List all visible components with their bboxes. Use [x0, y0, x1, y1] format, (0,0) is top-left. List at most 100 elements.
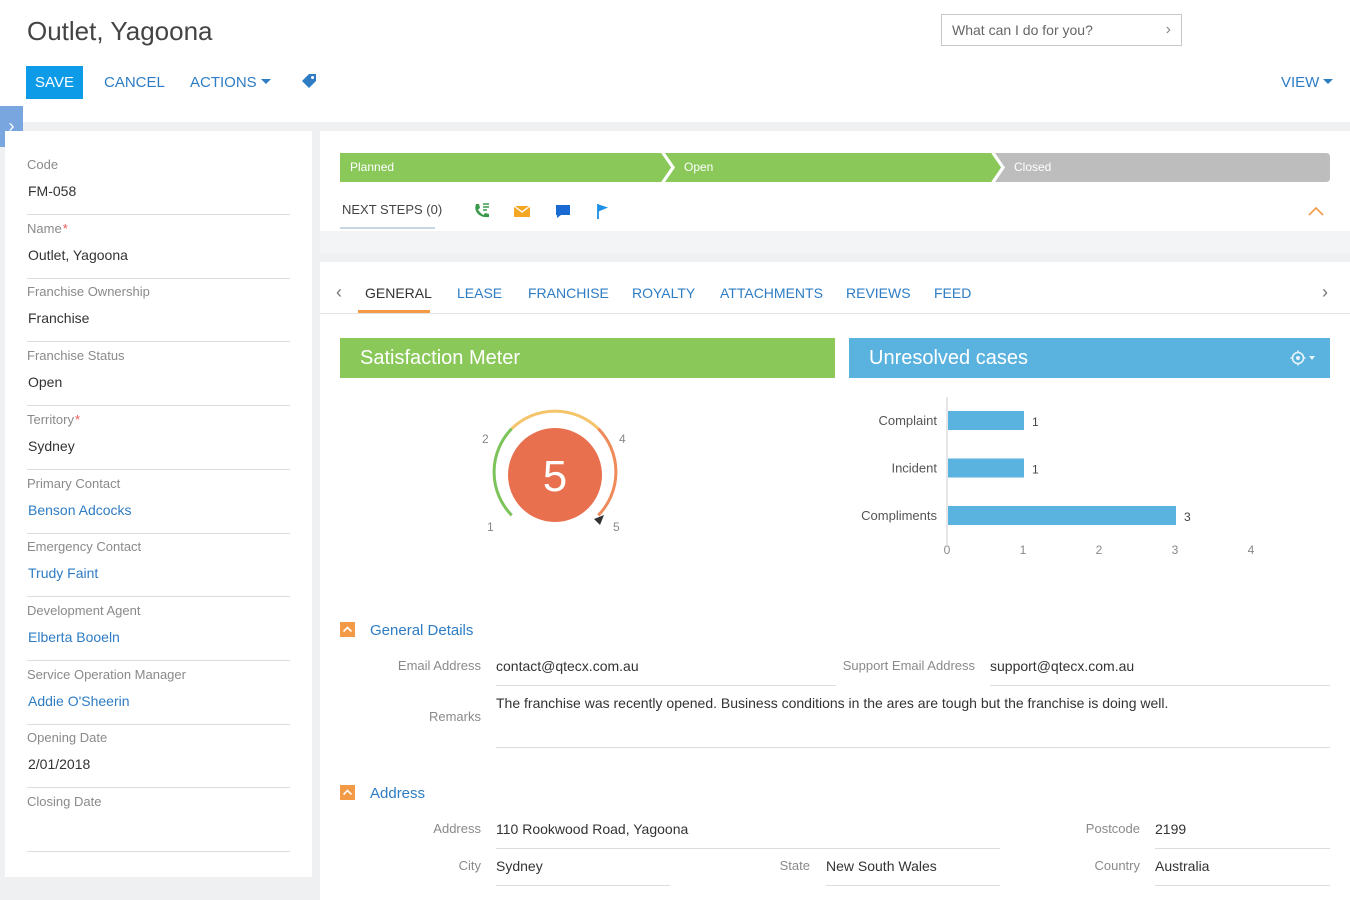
franchise-ownership-label: Franchise Ownership — [27, 284, 150, 299]
flag-icon[interactable] — [593, 201, 613, 221]
stage-panel: Planned Open Closed NEXT STEPS (0) — [320, 131, 1350, 253]
development-agent-value[interactable]: Elberta Booeln — [28, 629, 120, 645]
territory-value[interactable]: Sydney — [28, 438, 75, 454]
tab-reviews[interactable]: REVIEWS — [846, 285, 911, 301]
gauge-tick-5: 5 — [613, 520, 620, 534]
address-title[interactable]: Address — [370, 785, 425, 802]
support-email-label: Support Email Address — [842, 658, 975, 673]
category-label-incident: Incident — [891, 461, 937, 476]
primary-contact-label-text: Primary Contact — [27, 475, 121, 491]
next-steps-underline — [340, 227, 435, 229]
remarks-field[interactable]: The franchise was recently opened. Busin… — [496, 695, 1330, 748]
field-emergency-contact[interactable]: Emergency Contact Trudy Faint — [27, 539, 290, 598]
tabs-next-icon[interactable]: › — [1322, 282, 1328, 303]
service-operation-manager-label-text: Service Operation Manager — [27, 666, 186, 682]
address-collapse-icon[interactable] — [340, 785, 355, 800]
email-address-field[interactable]: contact@qtecx.com.au — [496, 658, 836, 686]
stage-progress-bar — [340, 153, 1330, 182]
general-details-collapse-icon[interactable] — [340, 622, 355, 637]
cancel-button[interactable]: CANCEL — [104, 74, 165, 91]
gear-icon[interactable] — [1290, 349, 1316, 367]
name-label: Name* — [27, 221, 68, 236]
city-label: City — [458, 858, 481, 873]
address-field[interactable]: 110 Rookwood Road, Yagoona — [496, 821, 1000, 849]
tab-royalty[interactable]: ROYALTY — [632, 285, 695, 301]
bar-compliments — [948, 506, 1176, 525]
country-field[interactable]: Australia — [1155, 858, 1330, 886]
opening-date-label: Opening Date — [27, 730, 107, 745]
service-operation-manager-value[interactable]: Addie O'Sheerin — [28, 693, 130, 709]
chevron-right-icon[interactable]: › — [1166, 15, 1171, 45]
emergency-contact-value[interactable]: Trudy Faint — [28, 565, 98, 581]
page-title: Outlet, Yagoona — [27, 16, 213, 46]
chevron-up-icon[interactable] — [1308, 205, 1324, 217]
field-primary-contact[interactable]: Primary Contact Benson Adcocks — [27, 476, 290, 534]
command-input[interactable]: What can I do for you? › — [941, 14, 1182, 46]
view-label: VIEW — [1281, 74, 1320, 91]
bar-incident — [948, 458, 1024, 478]
x-tick-1: 1 — [1020, 543, 1027, 557]
satisfaction-meter-header: Satisfaction Meter — [340, 338, 835, 378]
franchise-status-label: Franchise Status — [27, 348, 125, 363]
code-value[interactable]: FM-058 — [28, 183, 76, 199]
field-opening-date[interactable]: Opening Date 2/01/2018 — [27, 730, 290, 789]
state-label: State — [779, 858, 810, 873]
support-email-field[interactable]: support@qtecx.com.au — [990, 658, 1330, 686]
caret-down-icon — [1323, 79, 1334, 85]
field-service-operation-manager[interactable]: Service Operation Manager Addie O'Sheerin — [27, 667, 290, 725]
city-field[interactable]: Sydney — [496, 858, 670, 886]
gauge-value: 5 — [542, 452, 568, 501]
emergency-contact-label: Emergency Contact — [27, 539, 141, 554]
tab-general[interactable]: GENERAL — [365, 285, 432, 301]
emergency-contact-label-text: Emergency Contact — [27, 539, 142, 555]
gauge-tick-4: 4 — [619, 432, 626, 446]
tab-lease[interactable]: LEASE — [457, 285, 502, 301]
tab-feed[interactable]: FEED — [934, 285, 971, 301]
stage-label-open[interactable]: Open — [684, 153, 713, 182]
franchise-status-value[interactable]: Open — [28, 374, 62, 390]
franchise-ownership-label-text: Franchise Ownership — [27, 284, 150, 300]
left-field-panel: Code FM-058 Name* Outlet, Yagoona Franchise … — [5, 131, 312, 877]
tabs-prev-icon[interactable]: ‹ — [336, 282, 342, 303]
save-button[interactable]: SAVE — [26, 66, 83, 99]
email-address-label: Email Address — [397, 658, 481, 673]
bar-complaint — [948, 411, 1024, 430]
field-development-agent[interactable]: Development Agent Elberta Booeln — [27, 603, 290, 661]
name-value[interactable]: Outlet, Yagoona — [28, 247, 128, 263]
phone-icon[interactable] — [472, 201, 492, 221]
command-placeholder: What can I do for you? — [952, 22, 1093, 38]
field-closing-date[interactable]: Closing Date — [27, 794, 290, 852]
closing-date-label-text: Closing Date — [27, 794, 102, 809]
franchise-ownership-value[interactable]: Franchise — [28, 310, 89, 326]
name-label-text: Name — [27, 220, 62, 236]
tab-bar: ‹ GENERAL LEASE FRANCHISE ROYALTY ATTACH… — [320, 262, 1350, 314]
general-details-title[interactable]: General Details — [370, 622, 473, 639]
development-agent-label-text: Development Agent — [27, 602, 141, 618]
x-tick-3: 3 — [1172, 543, 1179, 557]
field-code[interactable]: Code FM-058 — [27, 157, 290, 215]
actions-dropdown[interactable]: ACTIONS — [190, 74, 271, 91]
chat-icon[interactable] — [553, 201, 573, 221]
unresolved-cases-chart: Complaint 1 Incident 1 Compliments 3 0 1 2 3 4 — [861, 397, 1255, 557]
next-steps-label[interactable]: NEXT STEPS (0) — [342, 202, 442, 217]
view-dropdown[interactable]: VIEW — [1281, 74, 1334, 91]
opening-date-value[interactable]: 2/01/2018 — [28, 756, 90, 772]
postcode-field[interactable]: 2199 — [1155, 821, 1330, 849]
tab-attachments[interactable]: ATTACHMENTS — [720, 285, 823, 301]
field-franchise-status[interactable]: Franchise Status Open — [27, 348, 290, 407]
caret-down-icon — [260, 79, 271, 85]
stage-label-planned[interactable]: Planned — [350, 153, 394, 182]
tag-icon[interactable] — [302, 74, 316, 88]
gauge-pointer — [594, 515, 604, 525]
state-field[interactable]: New South Wales — [826, 858, 1000, 886]
field-name[interactable]: Name* Outlet, Yagoona — [27, 221, 290, 279]
field-franchise-ownership[interactable]: Franchise Ownership Franchise — [27, 284, 290, 343]
field-territory[interactable]: Territory* Sydney — [27, 412, 290, 470]
email-icon[interactable] — [512, 201, 532, 221]
tab-franchise[interactable]: FRANCHISE — [528, 285, 609, 301]
unresolved-cases-title: Unresolved cases — [869, 347, 1028, 369]
data-label-incident: 1 — [1032, 463, 1039, 477]
primary-contact-value[interactable]: Benson Adcocks — [28, 502, 132, 518]
stage-label-closed[interactable]: Closed — [1014, 153, 1051, 182]
active-tab-indicator — [358, 310, 430, 313]
